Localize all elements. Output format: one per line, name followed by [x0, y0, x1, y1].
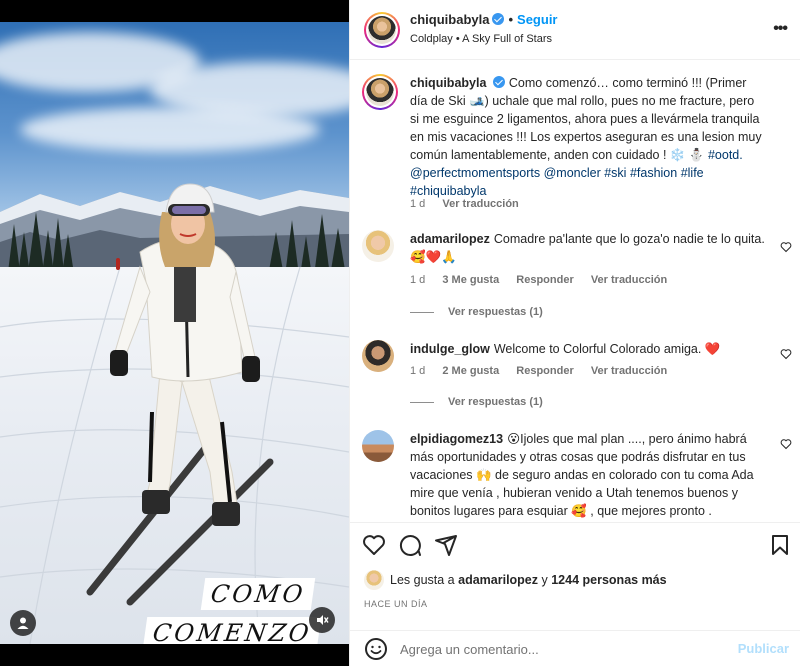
hashtag-life[interactable]: #life	[681, 166, 704, 180]
media-caption-line-1: COMO	[200, 578, 316, 610]
comment-time[interactable]: 1 d	[410, 365, 425, 377]
comment-meta: 1 d 2 Me gusta Responder Ver traducción	[410, 365, 681, 377]
media-caption-line-2: COMENZO	[142, 617, 322, 644]
mention-moncler[interactable]: @moncler	[544, 166, 601, 180]
reply-button[interactable]: Responder	[516, 274, 573, 286]
likes-count[interactable]: 1244 personas más	[551, 573, 666, 587]
mute-toggle-button[interactable]	[309, 607, 335, 633]
post-media[interactable]: COMO COMENZO	[0, 0, 349, 666]
hashtag-ski[interactable]: #ski	[604, 166, 626, 180]
commenter-username[interactable]: indulge_glow	[410, 342, 490, 356]
comment-text: indulge_glow Welcome to Colorful Colorado…	[410, 340, 765, 358]
commenter-username[interactable]: adamarilopez	[410, 232, 490, 246]
post-date[interactable]: HACE UN DÍA	[364, 599, 428, 609]
follow-button[interactable]: Seguir	[517, 12, 557, 27]
heart-icon[interactable]	[780, 348, 792, 360]
heart-icon[interactable]	[780, 241, 792, 253]
muted-icon	[317, 615, 329, 625]
heart-icon[interactable]	[780, 438, 792, 450]
cloud	[20, 107, 320, 152]
view-replies-button[interactable]: Ver respuestas (1)	[410, 396, 543, 408]
commenter-avatar[interactable]	[362, 340, 394, 372]
mention-perfectmomentsports[interactable]: @perfectmomentsports	[410, 166, 540, 180]
comment-translate-link[interactable]: Ver traducción	[591, 365, 667, 377]
more-options-icon[interactable]: •••	[773, 20, 788, 38]
caption-translate-link[interactable]: Ver traducción	[442, 198, 518, 210]
instagram-post-view: COMO COMENZO chiquibabyla • Seguir Coldp…	[0, 0, 800, 666]
author-username[interactable]: chiquibabyla	[410, 12, 489, 27]
post-comment-button[interactable]: Publicar	[738, 641, 789, 656]
comment-input[interactable]	[400, 639, 730, 659]
post-actions: Les gusta a adamarilopez y 1244 personas…	[350, 522, 800, 622]
commenter-username[interactable]: elpidiagomez13	[410, 432, 503, 446]
comment-text: elpidiagomez13 😮Ijoles que mal plan ....,…	[410, 430, 765, 520]
caption-username[interactable]: chiquibabyla	[410, 76, 486, 90]
song-link[interactable]: Coldplay • A Sky Full of Stars	[410, 33, 552, 45]
user-tag-button[interactable]	[10, 610, 36, 636]
hashtag-chiquibabyla[interactable]: #chiquibabyla	[410, 184, 486, 198]
separator-dot: •	[508, 12, 514, 27]
comment-time[interactable]: 1 d	[410, 274, 425, 286]
commenter-avatar[interactable]	[362, 230, 394, 262]
comment-text: adamarilopez Comadre pa'lante que lo goza…	[410, 230, 765, 266]
reply-button[interactable]: Responder	[516, 365, 573, 377]
skier-figure	[86, 183, 274, 606]
caption-time[interactable]: 1 d	[410, 198, 425, 210]
comment-likes[interactable]: 3 Me gusta	[442, 274, 499, 286]
likes-summary: Les gusta a adamarilopez y 1244 personas…	[390, 573, 667, 587]
share-icon[interactable]	[434, 533, 458, 557]
comment-meta: 1 d 3 Me gusta Responder Ver traducción	[410, 274, 681, 286]
comment-translate-link[interactable]: Ver traducción	[591, 274, 667, 286]
verified-badge-icon	[493, 76, 506, 88]
hashtag-ootd[interactable]: #ootd.	[708, 148, 743, 162]
hashtag-fashion[interactable]: #fashion	[630, 166, 677, 180]
caption-meta: 1 d Ver traducción	[410, 198, 533, 210]
save-icon[interactable]	[768, 533, 792, 557]
post-photo: COMO COMENZO	[0, 22, 349, 644]
comment-likes[interactable]: 2 Me gusta	[442, 365, 499, 377]
likes-middle: y	[541, 573, 548, 587]
distant-skier	[116, 258, 120, 270]
add-comment-bar: Publicar	[350, 630, 800, 666]
caption-text: chiquibabyla Como comenzó… como terminó …	[410, 74, 762, 200]
post-side-panel: chiquibabyla • Seguir Coldplay • A Sky Ful…	[349, 0, 800, 666]
author-avatar[interactable]	[364, 12, 400, 48]
view-replies-button[interactable]: Ver respuestas (1)	[410, 306, 543, 318]
comment-icon[interactable]	[398, 533, 422, 557]
heart-icon[interactable]	[362, 533, 386, 557]
likes-prefix: Les gusta a	[390, 573, 455, 587]
post-header: chiquibabyla • Seguir Coldplay • A Sky Ful…	[350, 0, 800, 60]
liker-avatar[interactable]	[364, 570, 384, 590]
caption-author-avatar[interactable]	[362, 74, 398, 110]
comment-body: Welcome to Colorful Colorado amiga. ❤️	[493, 342, 721, 356]
user-tag-icon	[17, 617, 29, 629]
commenter-avatar[interactable]	[362, 430, 394, 462]
comments-scroll-area[interactable]: chiquibabyla Como comenzó… como terminó …	[350, 60, 800, 522]
likes-user[interactable]: adamarilopez	[458, 573, 538, 587]
verified-badge-icon	[492, 13, 505, 25]
emoji-icon[interactable]	[364, 637, 388, 661]
